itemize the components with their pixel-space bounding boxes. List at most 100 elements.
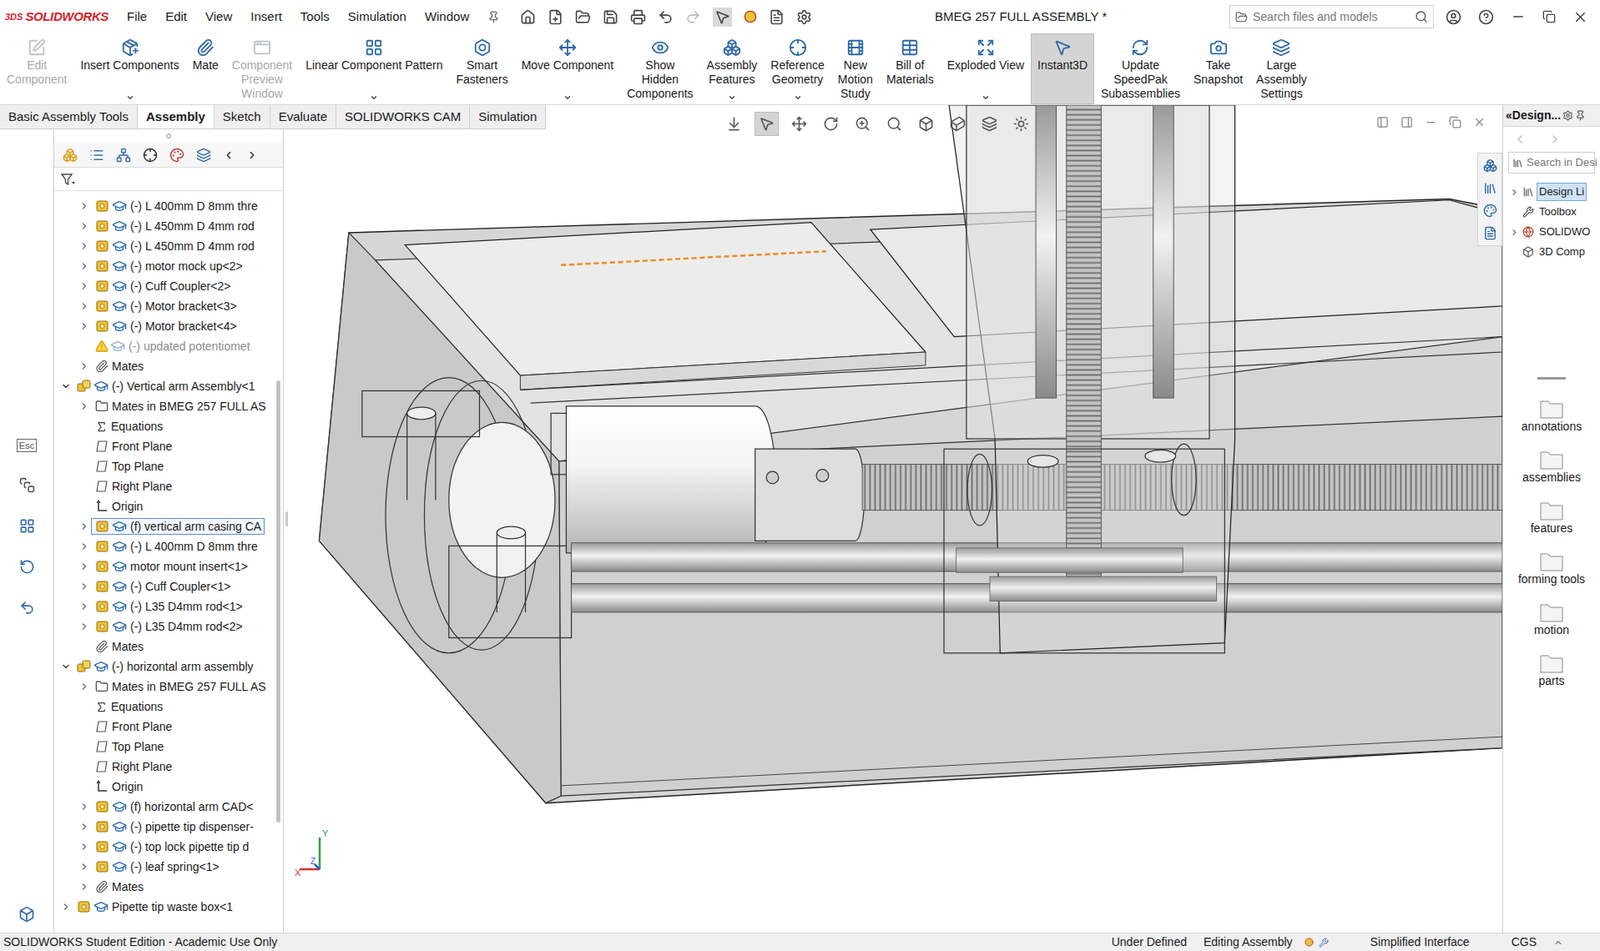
library-folder[interactable]: features	[1514, 499, 1590, 536]
save-icon[interactable]	[602, 9, 619, 26]
rebuild-icon[interactable]	[19, 559, 36, 576]
tree-item[interactable]: (-) L 400mm D 8mm thre	[54, 536, 273, 557]
command-tab[interactable]: SOLIDWORKS CAM	[336, 105, 470, 129]
command-button[interactable]: UpdateSpeedPakSubassemblies	[1094, 33, 1187, 105]
command-button[interactable]: AssemblyFeatures	[700, 33, 765, 105]
dropdown-arrow-icon[interactable]	[727, 93, 737, 102]
status-item[interactable]: Simplified Interface	[1370, 933, 1470, 951]
tree-item[interactable]: (-) Motor bracket<3>	[54, 296, 273, 317]
library-item[interactable]: 3D Comp	[1503, 242, 1600, 263]
display-manager-tab-icon[interactable]	[169, 147, 185, 163]
command-tab[interactable]: Sketch	[214, 105, 271, 129]
tree-filter[interactable]	[54, 167, 283, 192]
expand-arrow-icon[interactable]	[79, 201, 90, 212]
tools-status-icon[interactable]	[1318, 938, 1329, 949]
view-tool-icon[interactable]	[949, 116, 966, 132]
dropdown-arrow-icon[interactable]	[369, 93, 379, 102]
tree-item[interactable]: (-) Motor bracket<4>	[54, 316, 273, 337]
panel-grip[interactable]	[166, 133, 172, 139]
view-tool-icon[interactable]	[726, 116, 742, 132]
expand-arrow-icon[interactable]	[79, 681, 90, 692]
command-button[interactable]: LargeAssemblySettings	[1249, 33, 1314, 105]
expand-arrow-icon[interactable]	[79, 321, 90, 332]
tree-item[interactable]: Origin	[54, 496, 273, 517]
expand-arrow-icon[interactable]	[79, 581, 90, 592]
pane-options-icon[interactable]	[1562, 110, 1574, 122]
tree-item[interactable]: Origin	[54, 777, 273, 798]
library-folder[interactable]: motion	[1514, 601, 1590, 638]
task-pane-tab-icon[interactable]	[1483, 226, 1498, 241]
tree-item[interactable]: Top Plane	[54, 736, 273, 758]
tree-item[interactable]: (-) horizontal arm assembly	[54, 656, 273, 677]
back-icon[interactable]	[1513, 132, 1527, 147]
task-pane-tab-icon[interactable]	[1483, 181, 1498, 196]
command-tab[interactable]: Basic Assembly Tools	[0, 105, 138, 129]
view-tool-icon[interactable]	[918, 116, 934, 132]
redo-icon[interactable]	[685, 9, 702, 26]
tree-item[interactable]: (-) L35 D4mm rod<1>	[54, 596, 273, 617]
search-icon[interactable]	[1414, 10, 1429, 24]
tree-item[interactable]: Mates in BMEG 257 FULL AS	[54, 396, 273, 417]
library-folder[interactable]: forming tools	[1514, 550, 1590, 587]
tree-item[interactable]: Mates	[54, 356, 273, 377]
tree-item[interactable]: (-) Cuff Coupler<2>	[54, 276, 273, 297]
expand-arrow-icon[interactable]	[79, 561, 90, 572]
tree-item[interactable]: Equations	[54, 416, 273, 437]
options-icon[interactable]	[796, 9, 813, 26]
file-properties-icon[interactable]	[768, 9, 785, 26]
tree-item[interactable]: Right Plane	[54, 757, 273, 778]
tree-item[interactable]: (-) Vertical arm Assembly<1	[54, 376, 273, 397]
menu-item[interactable]: Insert	[250, 7, 283, 27]
new-file-icon[interactable]	[547, 9, 564, 26]
view-tool-icon[interactable]	[791, 116, 808, 132]
collapse-arrow-icon[interactable]	[60, 381, 71, 392]
expand-arrow-icon[interactable]	[79, 842, 90, 853]
view-tool-icon[interactable]	[886, 116, 903, 132]
command-tab[interactable]: Simulation	[469, 105, 546, 129]
status-item[interactable]: CGS	[1511, 933, 1537, 951]
expand-arrow-icon[interactable]	[79, 241, 90, 252]
viewport-control-icon[interactable]	[1448, 116, 1462, 129]
grid-icon[interactable]	[19, 518, 36, 535]
command-tab[interactable]: Assembly	[137, 105, 215, 129]
library-item[interactable]: Toolbox	[1503, 201, 1600, 223]
expand-arrow-icon[interactable]	[79, 221, 90, 232]
cam-tab-icon[interactable]	[196, 147, 212, 163]
tree-item[interactable]: Pipette tip waste box<1	[54, 897, 273, 918]
view-tool-icon[interactable]	[981, 116, 998, 132]
tree-item[interactable]: (-) Cuff Coupler<1>	[54, 576, 273, 597]
dropdown-arrow-icon[interactable]	[126, 93, 135, 102]
select-icon[interactable]	[714, 9, 731, 26]
library-folder[interactable]: annotations	[1514, 398, 1590, 435]
expand-arrow-icon[interactable]	[79, 361, 90, 372]
expand-arrow-icon[interactable]	[79, 281, 90, 292]
tree-item[interactable]: motor mount insert<1>	[54, 556, 273, 577]
tree-item[interactable]: (f) vertical arm casing CA	[54, 516, 273, 537]
tree-item[interactable]: (-) top lock pipette tip d	[54, 837, 273, 858]
expand-arrow-icon[interactable]	[79, 521, 90, 532]
tree-item[interactable]: Front Plane	[54, 436, 273, 457]
viewport-control-icon[interactable]	[1424, 116, 1438, 129]
command-button[interactable]: Mate	[186, 33, 226, 105]
configuration-tab-icon[interactable]	[116, 147, 132, 163]
pane-pin-icon[interactable]	[1574, 110, 1586, 122]
tree-item[interactable]: (-) L 400mm D 8mm thre	[54, 196, 273, 217]
feature-tree-tab-icon[interactable]	[62, 147, 78, 163]
tree-item[interactable]: (-) pipette tip dispenser-	[54, 817, 273, 838]
minimize-icon[interactable]	[1510, 9, 1526, 25]
menu-item[interactable]: Edit	[165, 7, 187, 27]
graphics-area[interactable]: YXZ	[289, 105, 1503, 934]
view-tool-icon[interactable]	[854, 116, 871, 132]
tree-item[interactable]: (-) motor mock up<2>	[54, 256, 273, 277]
tree-item[interactable]: Front Plane	[54, 716, 273, 737]
view-cube-icon[interactable]	[18, 906, 36, 924]
restore-icon[interactable]	[1542, 10, 1556, 24]
task-pane-tab-icon[interactable]	[1483, 203, 1498, 218]
viewport-control-icon[interactable]	[1473, 116, 1486, 129]
expand-arrow-icon[interactable]	[79, 621, 90, 632]
command-tab[interactable]: Evaluate	[270, 105, 337, 129]
command-button[interactable]: Linear Component Pattern	[298, 33, 450, 105]
menu-item[interactable]: File	[126, 7, 147, 27]
command-button[interactable]: Bill ofMaterials	[879, 33, 941, 105]
command-button[interactable]: TakeSnapshot	[1186, 33, 1250, 105]
